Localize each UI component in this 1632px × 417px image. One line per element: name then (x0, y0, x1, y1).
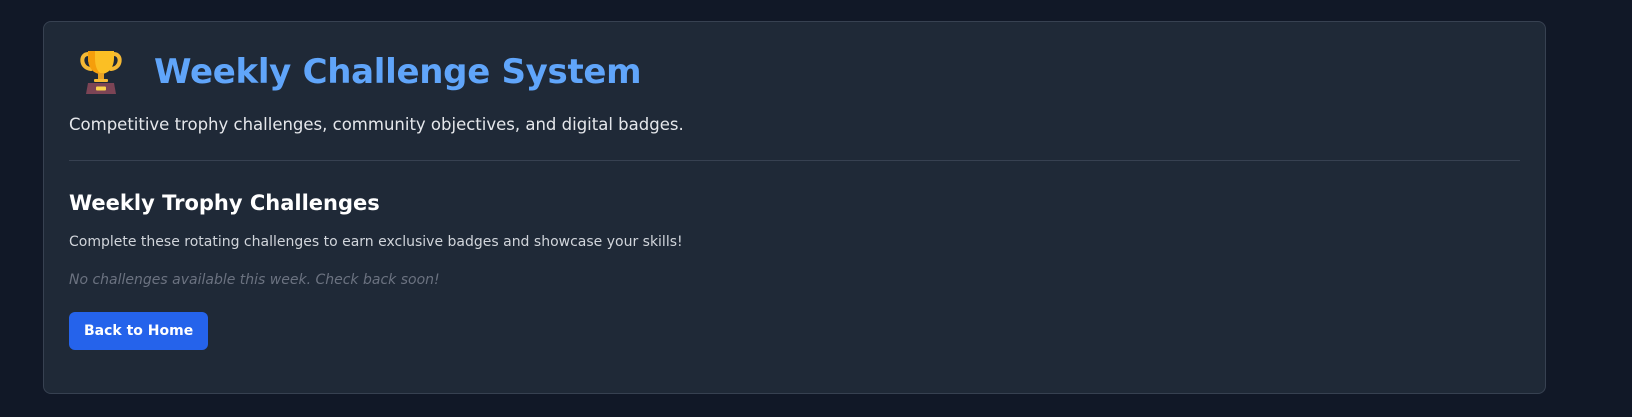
section-title: Weekly Trophy Challenges (69, 191, 380, 215)
empty-state-message: No challenges available this week. Check… (69, 272, 440, 288)
page-header: Weekly Challenge System (69, 48, 1520, 96)
back-to-home-button[interactable]: Back to Home (69, 312, 209, 350)
page-title: Weekly Challenge System (154, 52, 642, 92)
trophy-icon (80, 51, 122, 94)
section-description: Complete these rotating challenges to ea… (69, 234, 683, 250)
challenge-card: Weekly Challenge System Competitive trop… (43, 21, 1546, 394)
divider (69, 160, 1520, 161)
page-subtitle: Competitive trophy challenges, community… (69, 115, 684, 134)
